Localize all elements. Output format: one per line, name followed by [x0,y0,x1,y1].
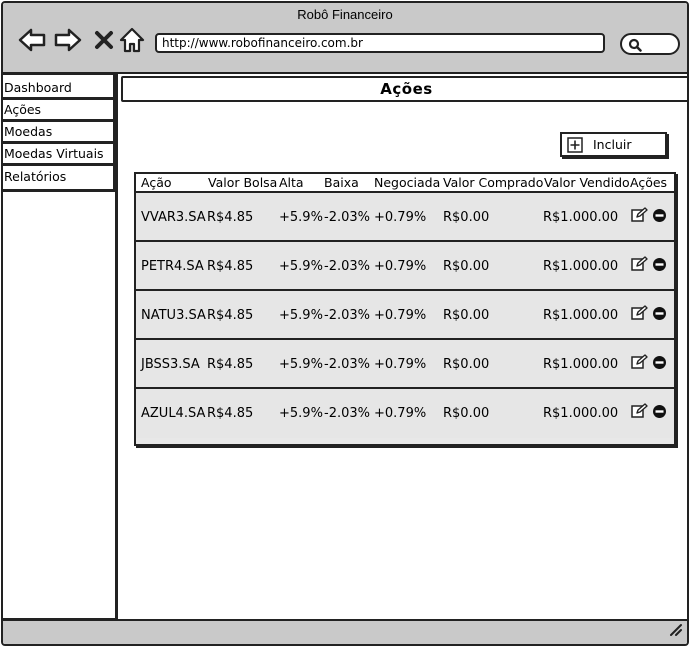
cell-acao: PETR4.SA [141,259,204,274]
cell-valor-bolsa: R$4.85 [207,357,254,372]
column-header-valor-comprado: Valor Comprado [443,175,544,190]
table-row: VVAR3.SA R$4.85 +5.9% -2.03% +0.79% R$0.00 R$1… [136,193,674,242]
remove-icon[interactable] [652,208,667,223]
cell-valor-bolsa: R$4.85 [207,210,254,225]
cell-baixa: -2.03% [324,308,370,323]
edit-icon[interactable] [631,403,648,419]
sidebar-item-relatorios[interactable]: Relatórios [3,166,115,192]
cell-alta: +5.9% [279,259,323,274]
column-header-valor-vendido: Valor Vendido [544,175,630,190]
browser-window: Robô Financeiro http://www.robofinanceir… [1,1,689,646]
table-row: PETR4.SA R$4.85 +5.9% -2.03% +0.79% R$0.00 R$1… [136,242,674,291]
cell-valor-comprado: R$0.00 [443,357,490,372]
column-header-baixa: Baixa [324,175,359,190]
cell-acao: JBSS3.SA [141,357,200,372]
url-field[interactable]: http://www.robofinanceiro.com.br [155,33,605,53]
cell-valor-bolsa: R$4.85 [207,259,254,274]
cell-acao: NATU3.SA [141,308,206,323]
edit-icon[interactable] [631,207,648,223]
cell-baixa: -2.03% [324,210,370,225]
close-icon[interactable] [89,25,119,55]
stocks-table: Ação Valor Bolsa Alta Baixa Negociada Va… [134,172,676,446]
cell-valor-bolsa: R$4.85 [207,406,254,421]
include-button[interactable]: Incluir [560,132,667,157]
window-title: Robô Financeiro [297,7,393,22]
cell-valor-vendido: R$1.000.00 [543,357,619,372]
cell-valor-vendido: R$1.000.00 [543,406,619,421]
table-header: Ação Valor Bolsa Alta Baixa Negociada Va… [136,174,674,193]
forward-arrow-icon[interactable] [53,25,83,55]
home-icon[interactable] [117,25,147,55]
sidebar-item-acoes[interactable]: Ações [3,100,115,122]
column-header-alta: Alta [279,175,304,190]
status-bar [3,619,687,644]
cell-valor-vendido: R$1.000.00 [543,308,619,323]
cell-acao: VVAR3.SA [141,210,206,225]
cell-valor-comprado: R$0.00 [443,406,490,421]
edit-icon[interactable] [631,305,648,321]
cell-negociada: +0.79% [374,308,427,323]
column-header-acoes: Ações [630,175,668,190]
row-actions [631,403,667,419]
search-field[interactable] [620,33,680,55]
cell-negociada: +0.79% [374,357,427,372]
cell-alta: +5.9% [279,406,323,421]
title-bar: Robô Financeiro http://www.robofinanceir… [3,3,687,74]
include-button-label: Incluir [593,137,632,152]
cell-baixa: -2.03% [324,357,370,372]
back-arrow-icon[interactable] [17,25,47,55]
cell-acao: AZUL4.SA [141,406,206,421]
remove-icon[interactable] [652,404,667,419]
cell-negociada: +0.79% [374,259,427,274]
page-title: Ações [121,76,687,102]
remove-icon[interactable] [652,355,667,370]
edit-icon[interactable] [631,256,648,272]
edit-icon[interactable] [631,354,648,370]
cell-valor-vendido: R$1.000.00 [543,210,619,225]
cell-baixa: -2.03% [324,259,370,274]
remove-icon[interactable] [652,306,667,321]
table-row: JBSS3.SA R$4.85 +5.9% -2.03% +0.79% R$0.00 R$1… [136,340,674,389]
remove-icon[interactable] [652,257,667,272]
cell-valor-comprado: R$0.00 [443,308,490,323]
cell-valor-comprado: R$0.00 [443,210,490,225]
row-actions [631,256,667,272]
row-actions [631,305,667,321]
row-actions [631,354,667,370]
plus-icon [567,136,583,153]
cell-alta: +5.9% [279,210,323,225]
row-actions [631,207,667,223]
resize-grip-icon[interactable] [667,621,683,642]
sidebar-item-dashboard[interactable]: Dashboard [3,74,115,100]
table-row: AZUL4.SA R$4.85 +5.9% -2.03% +0.79% R$0.00 R$1… [136,389,674,438]
cell-valor-bolsa: R$4.85 [207,308,254,323]
search-icon [628,38,642,57]
cell-valor-vendido: R$1.000.00 [543,259,619,274]
sidebar: Dashboard Ações Moedas Moedas Virtuais R… [3,74,118,620]
cell-baixa: -2.03% [324,406,370,421]
cell-negociada: +0.79% [374,210,427,225]
sidebar-item-moedas[interactable]: Moedas [3,122,115,144]
column-header-valor-bolsa: Valor Bolsa [208,175,278,190]
table-row: NATU3.SA R$4.85 +5.9% -2.03% +0.79% R$0.00 R$1… [136,291,674,340]
cell-valor-comprado: R$0.00 [443,259,490,274]
cell-negociada: +0.79% [374,406,427,421]
cell-alta: +5.9% [279,308,323,323]
sidebar-item-moedas-virtuais[interactable]: Moedas Virtuais [3,144,115,166]
column-header-acao: Ação [141,175,172,190]
column-header-negociada: Negociada [374,175,441,190]
cell-alta: +5.9% [279,357,323,372]
